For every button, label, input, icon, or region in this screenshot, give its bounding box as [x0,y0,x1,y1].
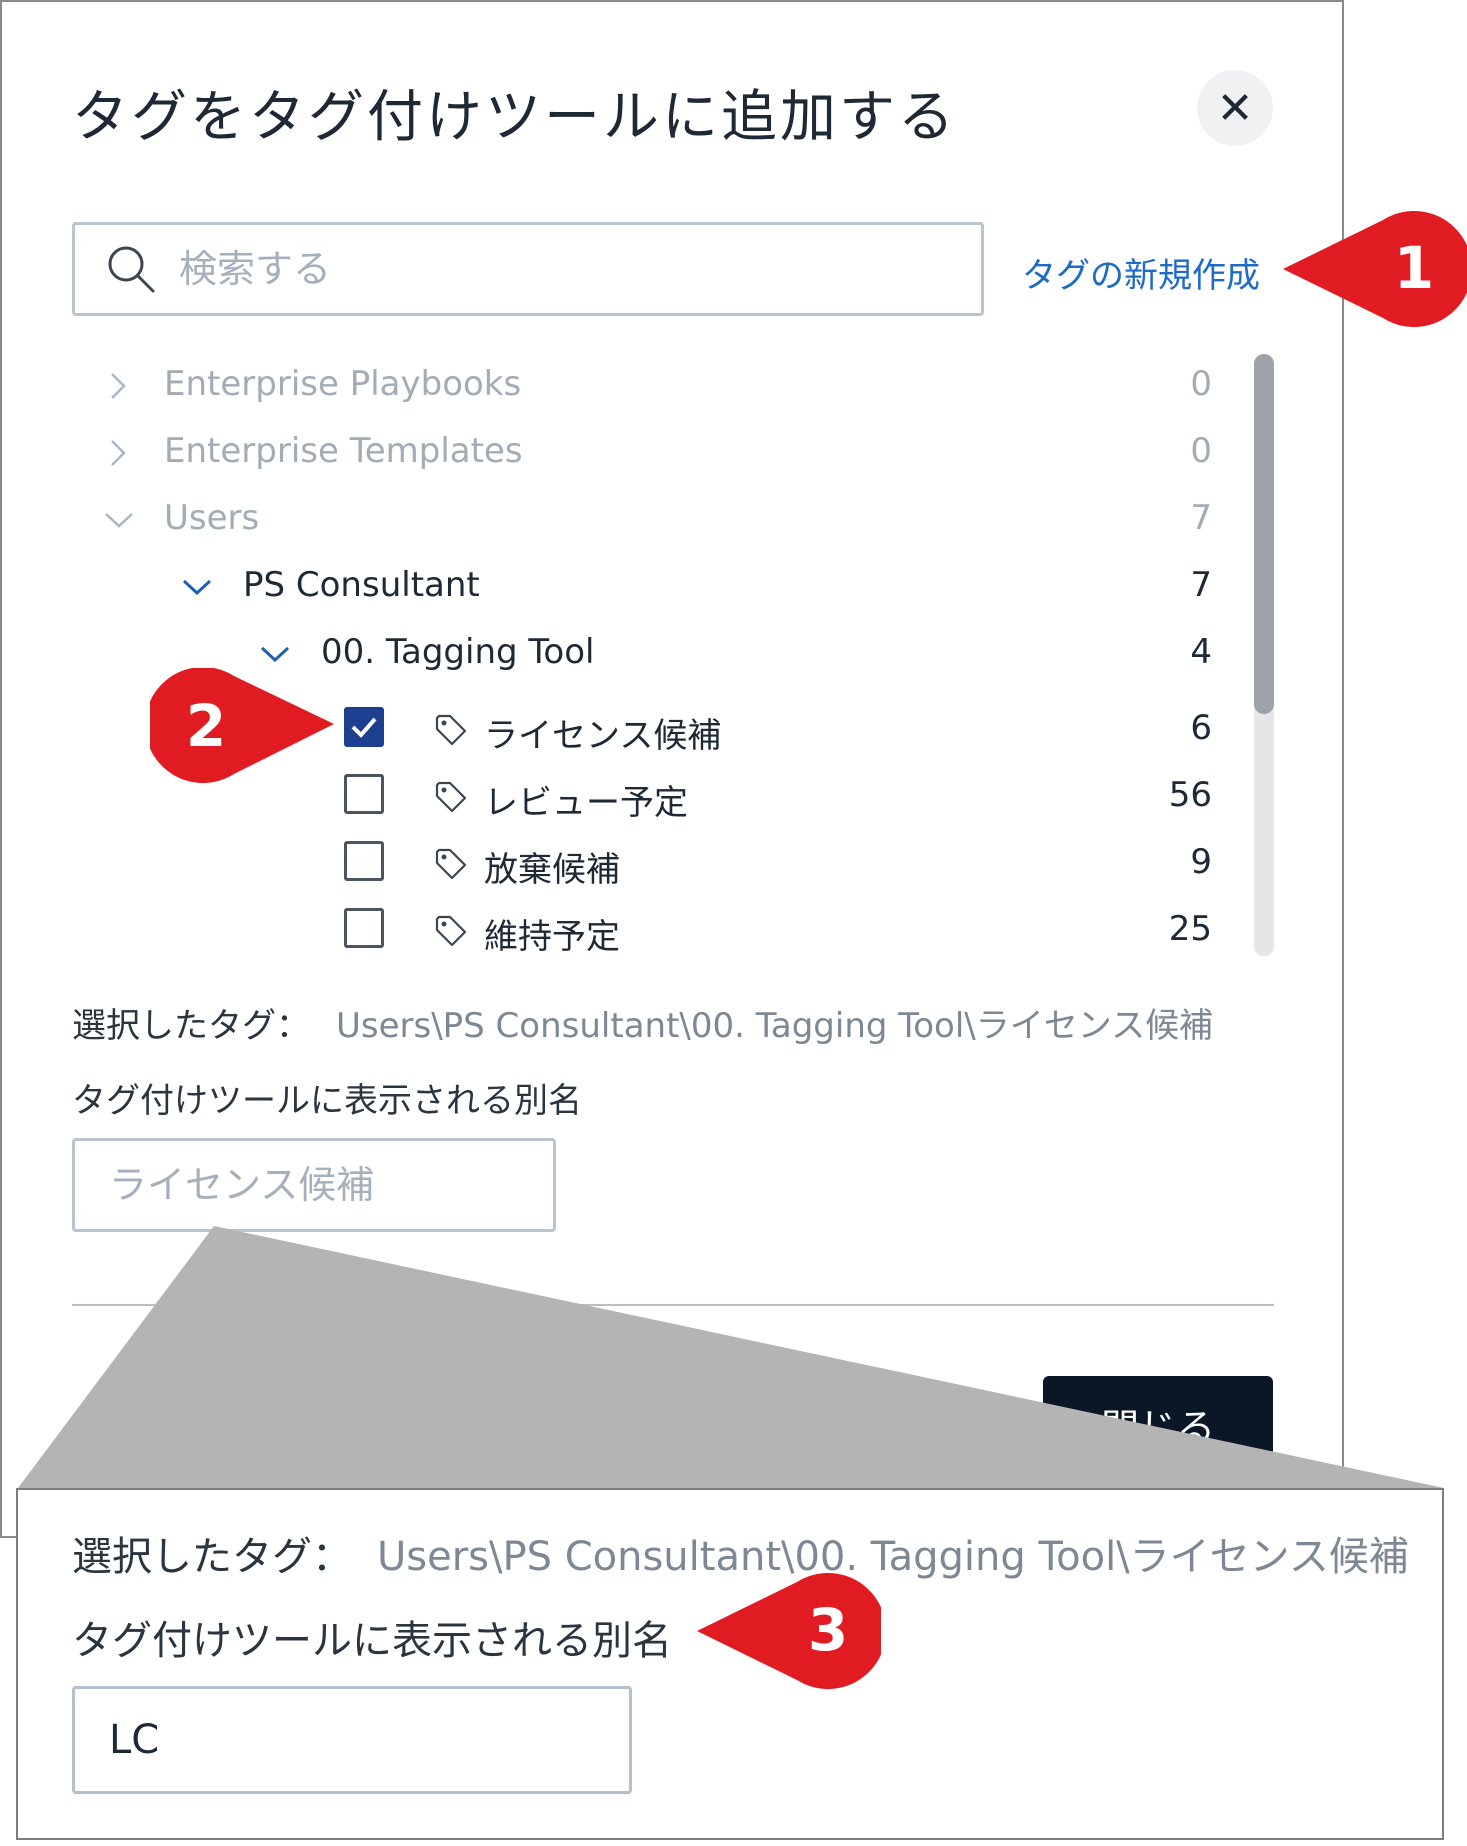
tag-icon [435,848,467,880]
tree-item-count: 0 [1190,364,1212,404]
alias-input[interactable] [72,1138,556,1232]
tag-row-keep-planned[interactable]: 維持予定 25 [0,903,1240,963]
tree-item-label: PS Consultant [243,565,480,605]
tree-item-label: Enterprise Playbooks [164,364,522,404]
search-icon [108,246,155,293]
checkmark-icon [351,717,377,738]
tree-item-count: 7 [1190,498,1212,538]
tag-checkbox[interactable] [344,841,384,881]
tree-item-enterprise-playbooks[interactable]: Enterprise Playbooks 0 [0,358,1240,418]
callout-3: 3 [697,1570,881,1692]
callout-number: 3 [807,1596,849,1664]
chevron-down-icon[interactable] [102,502,136,538]
tree-item-label: Enterprise Templates [164,431,523,471]
chevron-right-icon[interactable] [104,435,132,471]
tag-icon [435,781,467,813]
tree-item-enterprise-templates[interactable]: Enterprise Templates 0 [0,425,1240,485]
callout-number: 2 [185,692,227,760]
search-box[interactable] [72,222,984,316]
zoom-alias-label: タグ付けツールに表示される別名 [72,1618,672,1664]
close-icon: ✕ [1216,82,1254,134]
tree-item-label: 00. Tagging Tool [321,632,595,672]
tree-item-users[interactable]: Users 7 [0,492,1240,552]
scrollbar-thumb[interactable] [1254,354,1274,714]
tag-count: 6 [1190,708,1212,748]
callout-number: 1 [1393,234,1435,302]
chevron-right-icon[interactable] [104,368,132,404]
tag-checkbox[interactable] [344,707,384,747]
selected-tag-label: 選択したタグ： [72,1006,310,1046]
tag-icon [435,915,467,947]
tree-item-count: 0 [1190,431,1212,471]
dialog-title: タグをタグ付けツールに追加する [72,85,957,150]
tag-icon [435,714,467,746]
tag-label: 放棄候補 [484,850,620,890]
chevron-down-icon[interactable] [258,636,292,672]
callout-2: 2 [150,668,334,790]
close-button[interactable]: ✕ [1197,70,1273,146]
selected-tag-path: Users\PS Consultant\00. Tagging Tool\ライセ… [336,1006,1214,1046]
zoom-alias-input[interactable] [72,1686,632,1794]
tag-row-abandon-candidate[interactable]: 放棄候補 9 [0,836,1240,896]
tag-label: 維持予定 [484,917,620,957]
zoom-selected-tag-path: Users\PS Consultant\00. Tagging Tool\ライセ… [377,1534,1409,1580]
tree-item-count: 4 [1190,632,1212,672]
tag-count: 25 [1168,909,1212,949]
tag-label: レビュー予定 [484,783,688,823]
zoom-selected-tag-label: 選択したタグ： [72,1534,352,1580]
search-input[interactable] [177,246,961,292]
alias-label: タグ付けツールに表示される別名 [72,1081,582,1121]
divider [72,1304,1274,1306]
tag-label: ライセンス候補 [484,716,722,756]
tag-checkbox[interactable] [344,774,384,814]
tree-item-ps-consultant[interactable]: PS Consultant 7 [0,559,1240,619]
close-dialog-button[interactable]: 閉じる [1043,1376,1273,1472]
callout-1: 1 [1283,208,1467,330]
create-new-tag-link[interactable]: タグの新規作成 [1022,248,1260,297]
tag-checkbox[interactable] [344,908,384,948]
chevron-down-icon[interactable] [180,569,214,605]
tag-count: 9 [1190,842,1212,882]
tree-item-count: 7 [1190,565,1212,605]
tag-count: 56 [1168,775,1212,815]
tree-item-label: Users [164,498,260,538]
